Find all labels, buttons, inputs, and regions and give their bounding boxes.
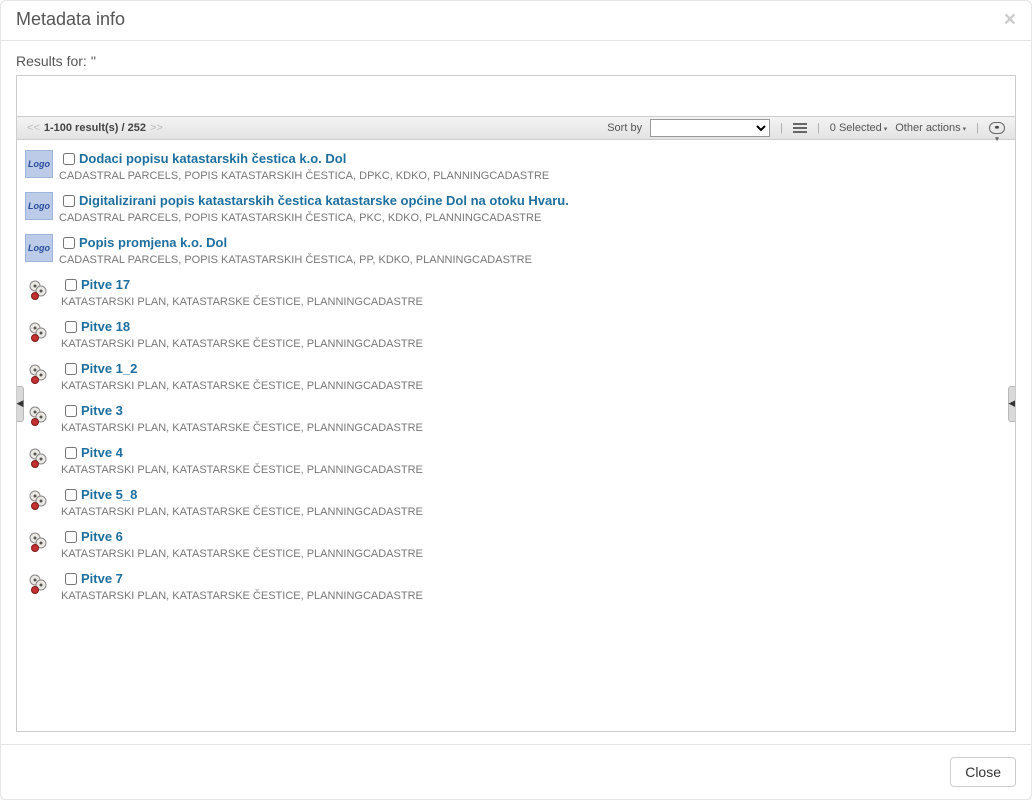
modal-header: Metadata info × xyxy=(1,1,1031,41)
logo-icon: Logo xyxy=(25,150,53,178)
dataset-icon xyxy=(27,488,51,512)
result-row: Pitve 1_2 KATASTARSKI PLAN, KATASTARSKE Č… xyxy=(25,354,1007,396)
modal-title: Metadata info xyxy=(16,9,125,30)
result-title-link[interactable]: Pitve 18 xyxy=(81,319,130,335)
select-checkbox[interactable] xyxy=(65,363,77,375)
results-for-label: Results for: '' xyxy=(16,53,1016,69)
other-actions-dropdown[interactable]: Other actions xyxy=(895,122,966,134)
result-row: Logo Dodaci popisu katastarskih čestica k… xyxy=(25,144,1007,186)
select-checkbox[interactable] xyxy=(65,405,77,417)
result-keywords: KATASTARSKI PLAN, KATASTARSKE ČESTICE, P… xyxy=(61,506,423,518)
dataset-icon xyxy=(27,530,51,554)
dataset-icon xyxy=(27,320,51,344)
result-keywords: KATASTARSKI PLAN, KATASTARSKE ČESTICE, P… xyxy=(61,296,423,308)
result-keywords: KATASTARSKI PLAN, KATASTARSKE ČESTICE, P… xyxy=(61,590,423,602)
left-panel-toggle[interactable]: ◀ xyxy=(16,386,24,422)
select-checkbox[interactable] xyxy=(63,153,75,165)
permalink-icon[interactable]: ⚭ xyxy=(989,122,1005,134)
results-list[interactable]: Logo Dodaci popisu katastarskih čestica k… xyxy=(17,140,1015,731)
right-panel-toggle[interactable]: ◀ xyxy=(1008,386,1016,422)
page-prev[interactable]: << xyxy=(27,122,40,134)
sort-select[interactable] xyxy=(650,119,770,137)
sort-by-label: Sort by xyxy=(607,122,642,134)
result-keywords: CADASTRAL PARCELS, POPIS KATASTARSKIH ČE… xyxy=(59,212,569,224)
select-checkbox[interactable] xyxy=(65,489,77,501)
close-icon[interactable]: × xyxy=(1004,9,1016,30)
result-title-link[interactable]: Pitve 4 xyxy=(81,445,123,461)
select-checkbox[interactable] xyxy=(65,447,77,459)
result-title-link[interactable]: Digitalizirani popis katastarskih čestic… xyxy=(79,193,569,209)
result-title-link[interactable]: Pitve 6 xyxy=(81,529,123,545)
dataset-icon xyxy=(27,362,51,386)
result-row: Pitve 7 KATASTARSKI PLAN, KATASTARSKE ČES… xyxy=(25,564,1007,606)
page-next[interactable]: >> xyxy=(150,122,163,134)
result-row: Pitve 4 KATASTARSKI PLAN, KATASTARSKE ČES… xyxy=(25,438,1007,480)
result-row: Pitve 18 KATASTARSKI PLAN, KATASTARSKE ČE… xyxy=(25,312,1007,354)
dataset-icon xyxy=(27,572,51,596)
select-checkbox[interactable] xyxy=(65,531,77,543)
results-frame: << 1-100 result(s) / 252 >> Sort by | | … xyxy=(16,75,1016,732)
search-strip xyxy=(17,76,1015,116)
result-row: Logo Popis promjena k.o. Dol CADASTRAL PAR… xyxy=(25,228,1007,270)
view-mode-icon[interactable] xyxy=(793,123,807,133)
result-title-link[interactable]: Pitve 5_8 xyxy=(81,487,137,503)
page-range: 1-100 result(s) / 252 xyxy=(44,122,146,134)
select-checkbox[interactable] xyxy=(65,573,77,585)
logo-icon: Logo xyxy=(25,192,53,220)
result-keywords: KATASTARSKI PLAN, KATASTARSKE ČESTICE, P… xyxy=(61,380,423,392)
metadata-modal: Metadata info × Results for: '' << 1-100… xyxy=(0,0,1032,800)
select-checkbox[interactable] xyxy=(63,237,75,249)
result-keywords: KATASTARSKI PLAN, KATASTARSKE ČESTICE, P… xyxy=(61,338,423,350)
modal-body: Results for: '' << 1-100 result(s) / 252… xyxy=(1,41,1031,744)
result-title-link[interactable]: Pitve 3 xyxy=(81,403,123,419)
dataset-icon xyxy=(27,404,51,428)
result-keywords: KATASTARSKI PLAN, KATASTARSKE ČESTICE, P… xyxy=(61,464,423,476)
result-title-link[interactable]: Pitve 17 xyxy=(81,277,130,293)
modal-footer: Close xyxy=(1,744,1031,799)
result-keywords: KATASTARSKI PLAN, KATASTARSKE ČESTICE, P… xyxy=(61,422,423,434)
result-row: Pitve 17 KATASTARSKI PLAN, KATASTARSKE ČE… xyxy=(25,270,1007,312)
result-row: Pitve 5_8 KATASTARSKI PLAN, KATASTARSKE Č… xyxy=(25,480,1007,522)
select-checkbox[interactable] xyxy=(63,195,75,207)
dataset-icon xyxy=(27,446,51,470)
result-keywords: CADASTRAL PARCELS, POPIS KATASTARSKIH ČE… xyxy=(59,254,532,266)
results-toolbar: << 1-100 result(s) / 252 >> Sort by | | … xyxy=(17,116,1015,140)
result-title-link[interactable]: Popis promjena k.o. Dol xyxy=(79,235,227,251)
result-keywords: KATASTARSKI PLAN, KATASTARSKE ČESTICE, P… xyxy=(61,548,423,560)
dataset-icon xyxy=(27,278,51,302)
close-button[interactable]: Close xyxy=(950,757,1016,787)
result-keywords: CADASTRAL PARCELS, POPIS KATASTARSKIH ČE… xyxy=(59,170,549,182)
result-row: Logo Digitalizirani popis katastarskih če… xyxy=(25,186,1007,228)
logo-icon: Logo xyxy=(25,234,53,262)
result-title-link[interactable]: Pitve 1_2 xyxy=(81,361,137,377)
result-row: Pitve 3 KATASTARSKI PLAN, KATASTARSKE ČES… xyxy=(25,396,1007,438)
result-title-link[interactable]: Dodaci popisu katastarskih čestica k.o. … xyxy=(79,151,346,167)
toolbar-right: Sort by | | 0 Selected Other actions | ⚭ xyxy=(607,119,1005,137)
pager: << 1-100 result(s) / 252 >> xyxy=(27,122,163,134)
selected-dropdown[interactable]: 0 Selected xyxy=(830,122,887,134)
result-title-link[interactable]: Pitve 7 xyxy=(81,571,123,587)
result-row: Pitve 6 KATASTARSKI PLAN, KATASTARSKE ČES… xyxy=(25,522,1007,564)
select-checkbox[interactable] xyxy=(65,321,77,333)
select-checkbox[interactable] xyxy=(65,279,77,291)
